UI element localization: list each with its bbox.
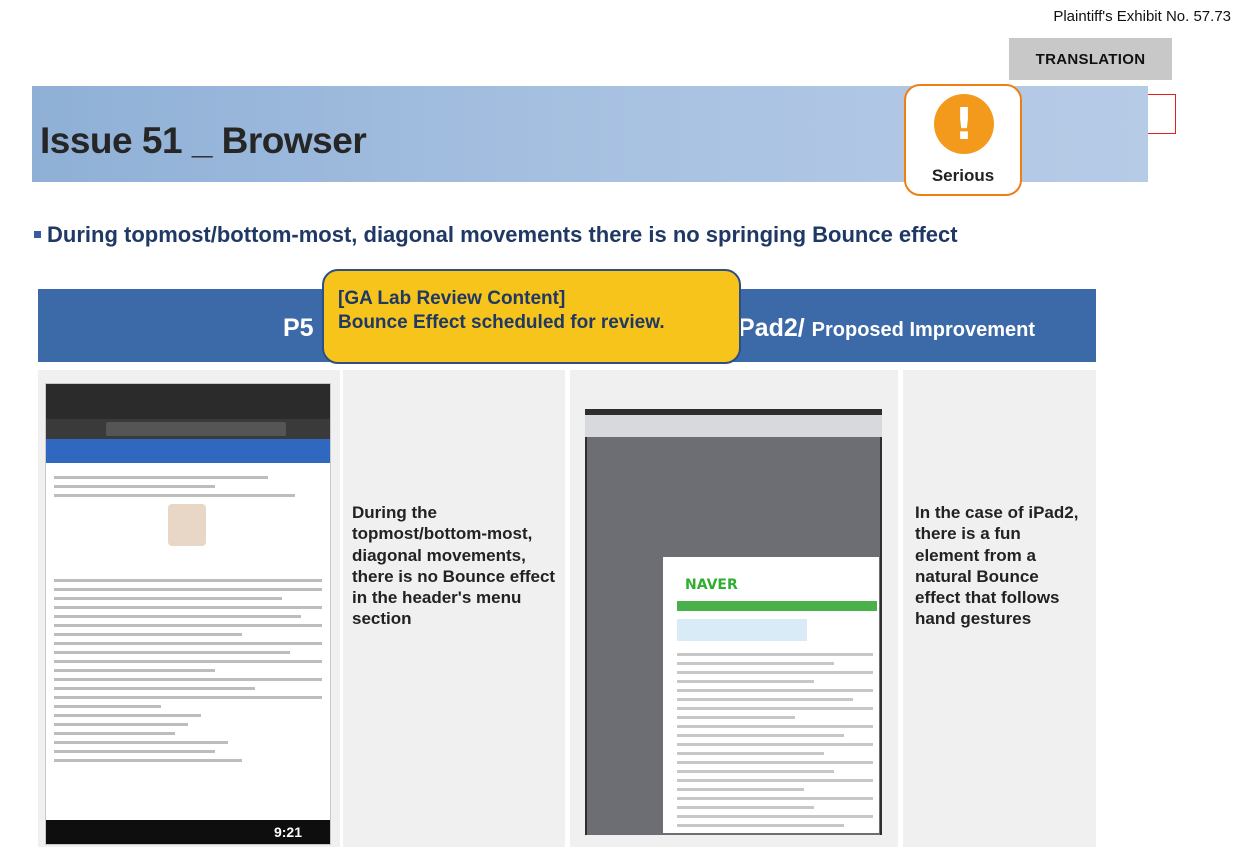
header-ipad-label: Pad2/ Proposed Improvement (738, 314, 1035, 343)
tablet-web-page: NAVER (663, 557, 879, 833)
ipad-description: In the case of iPad2, there is a fun ele… (915, 503, 1079, 629)
callout-line-1: [GA Lab Review Content] (338, 288, 566, 309)
page-title: Issue 51 _ Browser (40, 120, 367, 161)
issue-bullet-text: During topmost/bottom-most, diagonal mov… (47, 222, 958, 247)
article-text-lines (54, 476, 322, 768)
issue-bullet: During topmost/bottom-most, diagonal mov… (34, 222, 958, 248)
callout-line-2: Bounce Effect scheduled for review. (338, 311, 665, 333)
phone-menu-header (46, 439, 330, 463)
p5-browser-screenshot: 9:21 (45, 383, 331, 845)
severity-badge: ! Serious (904, 84, 1022, 196)
exclamation-icon: ! (934, 94, 994, 154)
header-p5-label: P5 (283, 314, 314, 342)
phone-url-bar (46, 419, 330, 439)
phone-tab-bar (46, 384, 330, 419)
naver-logo: NAVER (685, 577, 738, 593)
naver-ad-banner (677, 619, 807, 641)
naver-content-lines (677, 653, 873, 833)
phone-clock: 9:21 (273, 824, 302, 840)
tablet-overscroll-area: NAVER (587, 437, 880, 835)
tablet-toolbar (585, 415, 882, 437)
ipad-browser-screenshot: NAVER (585, 409, 882, 835)
exhibit-label: Plaintiff's Exhibit No. 57.73 (1053, 8, 1231, 25)
translation-badge: TRANSLATION (1009, 38, 1172, 80)
header-ipad-sub: Proposed Improvement (811, 319, 1036, 341)
p5-description: During the topmost/bottom-most, diagonal… (352, 503, 556, 629)
review-callout: [GA Lab Review Content] Bounce Effect sc… (322, 269, 741, 364)
bullet-icon (34, 230, 41, 238)
header-ipad-main: Pad2/ (738, 314, 805, 342)
severity-label: Serious (931, 166, 995, 185)
phone-system-bar: 9:21 (46, 820, 330, 844)
slide: Plaintiff's Exhibit No. 57.73 TRANSLATIO… (0, 0, 1241, 849)
naver-menu-bar (677, 601, 877, 611)
